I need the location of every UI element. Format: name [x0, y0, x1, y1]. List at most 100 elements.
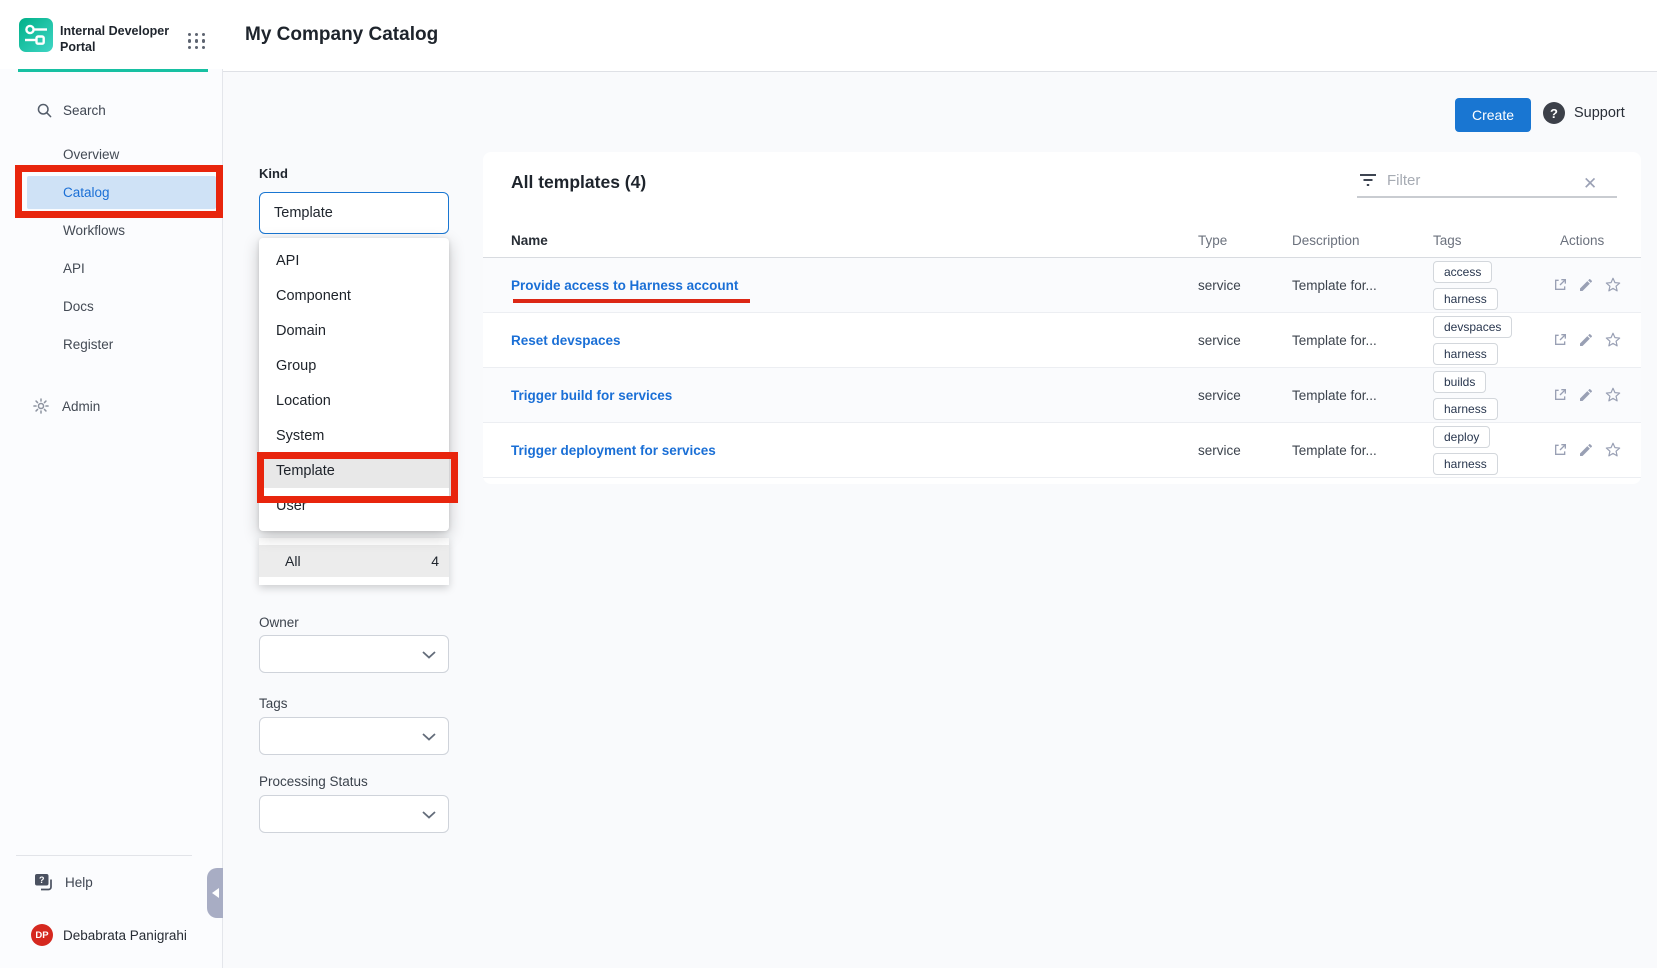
kind-option-component[interactable]: Component — [259, 278, 449, 313]
star-icon[interactable] — [1604, 386, 1622, 404]
filter-input[interactable] — [1387, 172, 1587, 189]
tags-cell: access harness — [1433, 261, 1549, 310]
templates-card: All templates (4) ✕ Name Type Descriptio… — [483, 152, 1641, 484]
kind-option-system[interactable]: System — [259, 418, 449, 453]
portal-title: Internal Developer Portal — [60, 23, 172, 56]
filter-icon — [1359, 173, 1377, 187]
kind-select-value: Template — [274, 205, 333, 221]
processing-status-select[interactable] — [259, 795, 449, 833]
sidebar-item-overview[interactable]: Overview — [0, 135, 223, 173]
search-icon — [36, 102, 53, 119]
kind-option-domain[interactable]: Domain — [259, 313, 449, 348]
table-row: Reset devspaces service Template for... … — [483, 313, 1641, 368]
edit-pencil-icon[interactable] — [1578, 277, 1594, 293]
actions-cell — [1549, 331, 1641, 349]
star-icon[interactable] — [1604, 331, 1622, 349]
app-grid-icon[interactable] — [188, 33, 206, 49]
processing-status-label: Processing Status — [259, 774, 368, 789]
kind-option-location[interactable]: Location — [259, 383, 449, 418]
table-filter — [1357, 164, 1617, 198]
kind-option-api[interactable]: API — [259, 243, 449, 278]
sidebar-item-register[interactable]: Register — [0, 325, 223, 363]
clear-filter-icon[interactable]: ✕ — [1583, 174, 1597, 194]
open-in-new-icon[interactable] — [1552, 277, 1568, 293]
description-cell: Template for... — [1292, 333, 1433, 348]
all-label: All — [285, 553, 301, 569]
tag-chip[interactable]: harness — [1433, 398, 1498, 420]
kind-option-template[interactable]: Template — [259, 453, 449, 488]
admin-label: Admin — [62, 399, 100, 414]
actions-cell — [1549, 386, 1641, 404]
column-header-tags: Tags — [1433, 233, 1549, 248]
sidebar-item-admin[interactable]: Admin — [0, 388, 223, 424]
help-button[interactable]: ? Help — [0, 869, 223, 895]
tag-chip[interactable]: harness — [1433, 343, 1498, 365]
actions-cell — [1549, 276, 1641, 294]
sidebar-item-workflows[interactable]: Workflows — [0, 211, 223, 249]
tag-chip[interactable]: builds — [1433, 371, 1486, 393]
create-button[interactable]: Create — [1455, 98, 1531, 132]
accent-rule — [18, 69, 208, 72]
star-icon[interactable] — [1604, 441, 1622, 459]
kind-dropdown-menu: API Component Domain Group Location Syst… — [259, 238, 449, 531]
sidebar-collapse-handle[interactable] — [207, 868, 223, 918]
open-in-new-icon[interactable] — [1552, 387, 1568, 403]
template-name-link[interactable]: Reset devspaces — [483, 333, 1198, 348]
table-row: Trigger build for services service Templ… — [483, 368, 1641, 423]
support-button[interactable]: ? Support — [1543, 102, 1625, 124]
description-cell: Template for... — [1292, 443, 1433, 458]
type-cell: service — [1198, 278, 1292, 293]
sidebar-item-catalog[interactable]: Catalog — [0, 173, 223, 211]
sidebar-search[interactable]: Search — [0, 93, 223, 127]
star-icon[interactable] — [1604, 276, 1622, 294]
template-name-link[interactable]: Trigger deployment for services — [483, 443, 1198, 458]
owner-select[interactable] — [259, 635, 449, 673]
kind-option-group[interactable]: Group — [259, 348, 449, 383]
tags-select[interactable] — [259, 717, 449, 755]
nav-label: Workflows — [63, 223, 125, 238]
edit-pencil-icon[interactable] — [1578, 387, 1594, 403]
kind-count-all-row[interactable]: All 4 — [259, 545, 449, 577]
nav-label: Docs — [63, 299, 94, 314]
page-header: My Company Catalog — [223, 0, 1657, 72]
column-header-actions: Actions — [1549, 233, 1641, 248]
sidebar-item-docs[interactable]: Docs — [0, 287, 223, 325]
tag-chip[interactable]: access — [1433, 261, 1492, 283]
tag-chip[interactable]: harness — [1433, 288, 1498, 310]
template-name-link[interactable]: Trigger build for services — [483, 388, 1198, 403]
avatar: DP — [31, 924, 53, 946]
open-in-new-icon[interactable] — [1552, 332, 1568, 348]
column-header-description: Description — [1292, 233, 1433, 248]
user-menu[interactable]: DP Debabrata Panigrahi — [0, 921, 223, 949]
template-name-link[interactable]: Provide access to Harness account — [483, 278, 1198, 293]
support-label: Support — [1574, 105, 1625, 121]
question-icon: ? — [1543, 102, 1565, 124]
user-name: Debabrata Panigrahi — [63, 928, 187, 943]
column-header-name: Name — [483, 233, 1198, 248]
portal-logo-icon — [19, 18, 53, 57]
tag-chip[interactable]: deploy — [1433, 426, 1490, 448]
logo-row: Internal Developer Portal — [0, 0, 223, 69]
chevron-down-icon — [422, 733, 436, 741]
kind-select[interactable]: Template — [259, 192, 449, 234]
tag-chip[interactable]: harness — [1433, 453, 1498, 475]
main-content: Create ? Support Kind Template API Compo… — [223, 72, 1657, 968]
chevron-down-icon — [422, 811, 436, 819]
search-label: Search — [63, 103, 106, 118]
sidebar-nav: Overview Catalog Workflows API Docs Regi… — [0, 135, 223, 363]
kind-option-user[interactable]: User — [259, 488, 449, 523]
edit-pencil-icon[interactable] — [1578, 442, 1594, 458]
collapse-arrow-icon — [212, 888, 219, 898]
open-in-new-icon[interactable] — [1552, 442, 1568, 458]
type-cell: service — [1198, 333, 1292, 348]
nav-label: Overview — [63, 147, 119, 162]
table-row: Trigger deployment for services service … — [483, 423, 1641, 478]
sidebar-item-api[interactable]: API — [0, 249, 223, 287]
page-title: My Company Catalog — [245, 24, 438, 46]
all-count: 4 — [431, 553, 439, 569]
edit-pencil-icon[interactable] — [1578, 332, 1594, 348]
column-header-type: Type — [1198, 233, 1292, 248]
tag-chip[interactable]: devspaces — [1433, 316, 1512, 338]
help-chat-icon: ? — [34, 873, 54, 892]
tags-cell: devspaces harness — [1433, 316, 1549, 365]
